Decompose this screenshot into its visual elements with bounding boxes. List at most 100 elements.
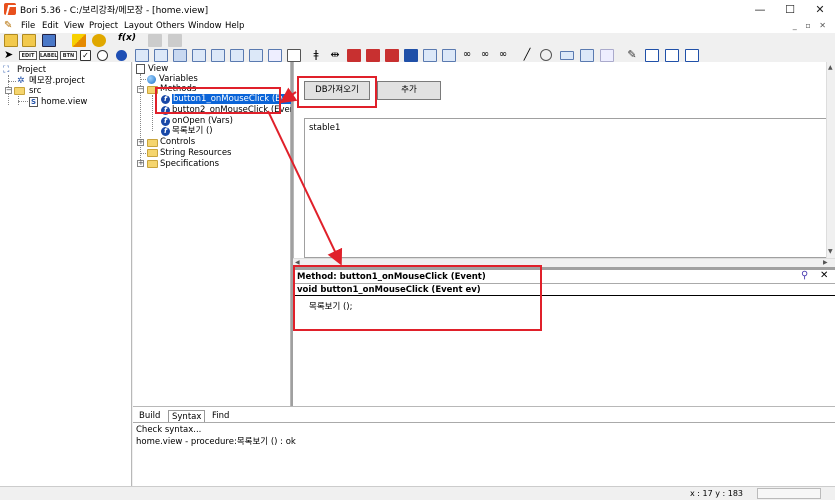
pointer-icon[interactable]: ➤: [4, 49, 18, 62]
listbox-tool-icon[interactable]: [135, 49, 149, 62]
pin-icon[interactable]: ⚲: [801, 270, 808, 281]
project-explorer: ⛶ Project ✲ 메모장.project − src S home.vie…: [0, 62, 132, 486]
scroll-left-icon[interactable]: ◀: [295, 259, 300, 266]
tab-tool-icon[interactable]: [211, 49, 225, 62]
open-file-icon[interactable]: [22, 34, 36, 47]
table2-tool-icon[interactable]: [366, 49, 380, 62]
menu-view[interactable]: View: [64, 21, 84, 31]
expand-specifications-icon[interactable]: +: [137, 160, 144, 167]
add-button[interactable]: 추가: [377, 81, 441, 100]
chart-tool-icon[interactable]: [600, 49, 614, 62]
grid-tool-icon[interactable]: [173, 49, 187, 62]
output-panel: Build Syntax Find Check syntax... home.v…: [133, 406, 835, 486]
title-bar: Bori 5.36 - C:/보리강좌/메모장 - [home.view] — …: [0, 0, 835, 19]
method-button1-onmouseclick[interactable]: button1_onMouseClick (Event): [172, 94, 304, 104]
table3-tool-icon[interactable]: [385, 49, 399, 62]
save-icon[interactable]: [42, 34, 56, 47]
link2-tool-icon[interactable]: ∞: [478, 49, 492, 62]
tree-variables[interactable]: Variables: [159, 74, 198, 84]
calendar-tool-icon[interactable]: [423, 49, 437, 62]
web-tool-icon[interactable]: [404, 49, 418, 62]
pen-tool-icon[interactable]: ✎: [625, 49, 639, 62]
link3-tool-icon[interactable]: ∞: [496, 49, 510, 62]
view-root[interactable]: View: [148, 64, 168, 74]
design-horizontal-scrollbar[interactable]: ◀ ▶: [293, 258, 835, 267]
shape-tool-icon[interactable]: [580, 49, 594, 62]
method-code-editor[interactable]: 목록보기 ();: [293, 296, 835, 406]
frame-tool-icon[interactable]: [287, 49, 301, 62]
hsplit-tool-icon[interactable]: ⇹: [328, 49, 342, 62]
tools-icon[interactable]: [665, 49, 679, 62]
view-file-icon: S: [29, 97, 38, 107]
build-icon[interactable]: [92, 34, 106, 47]
menu-edit[interactable]: Edit: [42, 21, 58, 31]
label-control-tool[interactable]: LABEL: [39, 51, 58, 60]
scroll-down-icon[interactable]: ▼: [828, 248, 833, 255]
run-icon[interactable]: [72, 34, 86, 47]
radio-tool-icon[interactable]: [97, 50, 108, 61]
image-tool-icon[interactable]: [249, 49, 263, 62]
line-tool-icon[interactable]: ╱: [520, 49, 534, 62]
menu-layout[interactable]: Layout: [124, 21, 153, 31]
tree-specifications[interactable]: Specifications: [160, 159, 219, 169]
zoom-tool-icon[interactable]: [645, 49, 659, 62]
tab-syntax[interactable]: Syntax: [168, 410, 206, 422]
view-structure-tree: View Variables − Methods f button1_onMou…: [133, 62, 304, 406]
view-root-icon: [136, 64, 145, 74]
ellipse-tool-icon[interactable]: [540, 49, 552, 61]
app-menu-icon[interactable]: ✎: [4, 20, 15, 31]
memo-tool-icon[interactable]: [268, 49, 282, 62]
src-folder-icon: [14, 87, 25, 95]
mdi-controls[interactable]: _ ▫ ✕: [793, 21, 829, 30]
stable1-table[interactable]: stable1: [304, 118, 832, 258]
menu-window[interactable]: Window: [188, 21, 222, 31]
method-close-icon[interactable]: ✕: [820, 270, 828, 281]
view-file[interactable]: home.view: [41, 97, 87, 107]
rect-tool-icon[interactable]: [560, 51, 574, 60]
minimize-button[interactable]: —: [745, 0, 775, 19]
project-root[interactable]: Project: [17, 65, 46, 75]
open-folder-icon[interactable]: [4, 34, 18, 47]
menu-help[interactable]: Help: [225, 21, 244, 31]
db-fetch-button[interactable]: DB가져오기: [304, 81, 370, 100]
edit-control-tool[interactable]: EDIT: [19, 51, 37, 60]
tab-find[interactable]: Find: [209, 410, 232, 422]
checkbox-tool-icon[interactable]: ✓: [80, 50, 91, 61]
menu-file[interactable]: File: [21, 21, 35, 31]
method-button2-onmouseclick[interactable]: button2_onMouseClick (Event): [172, 105, 302, 115]
project-file-icon: ✲: [17, 76, 25, 86]
design-vertical-scrollbar[interactable]: ▲ ▼: [826, 62, 835, 258]
scroll-up-icon[interactable]: ▲: [828, 64, 833, 71]
collapse-src-icon[interactable]: −: [5, 87, 12, 94]
panel-tool-icon[interactable]: [192, 49, 206, 62]
table-tool-icon[interactable]: [347, 49, 361, 62]
tab-build[interactable]: Build: [136, 410, 163, 422]
scroll-right-icon[interactable]: ▶: [823, 259, 828, 266]
method-signature: void button1_onMouseClick (Event ev): [297, 285, 481, 295]
bori-logo-icon: [4, 3, 16, 15]
close-button[interactable]: ✕: [805, 0, 835, 19]
collapse-methods-icon[interactable]: −: [137, 86, 144, 93]
tree-methods[interactable]: Methods: [160, 84, 196, 94]
button-control-tool[interactable]: BTN: [60, 51, 77, 60]
menu-others[interactable]: Others: [156, 21, 185, 31]
src-folder[interactable]: src: [29, 86, 41, 96]
link-tool-icon[interactable]: ∞: [460, 49, 474, 62]
date-tool-icon[interactable]: [442, 49, 456, 62]
tree-tool-icon[interactable]: [230, 49, 244, 62]
settings-tool-icon[interactable]: [685, 49, 699, 62]
menu-project[interactable]: Project: [89, 21, 118, 31]
disabled-tool-icon: [148, 34, 162, 47]
method-list-view[interactable]: 목록보기 (): [172, 126, 213, 136]
tree-string-resources[interactable]: String Resources: [160, 148, 231, 158]
project-file[interactable]: 메모장.project: [29, 76, 85, 86]
maximize-button[interactable]: ☐: [775, 0, 805, 19]
function-icon[interactable]: f(x): [118, 33, 140, 46]
tree-controls[interactable]: Controls: [160, 137, 195, 147]
combobox-tool-icon[interactable]: [154, 49, 168, 62]
code-line[interactable]: 목록보기 ();: [309, 300, 352, 312]
method-onopen[interactable]: onOpen (Vars): [172, 116, 233, 126]
expand-controls-icon[interactable]: +: [137, 139, 144, 146]
vsplit-tool-icon[interactable]: ǂ: [309, 49, 323, 62]
circle-tool-icon[interactable]: [116, 50, 127, 61]
